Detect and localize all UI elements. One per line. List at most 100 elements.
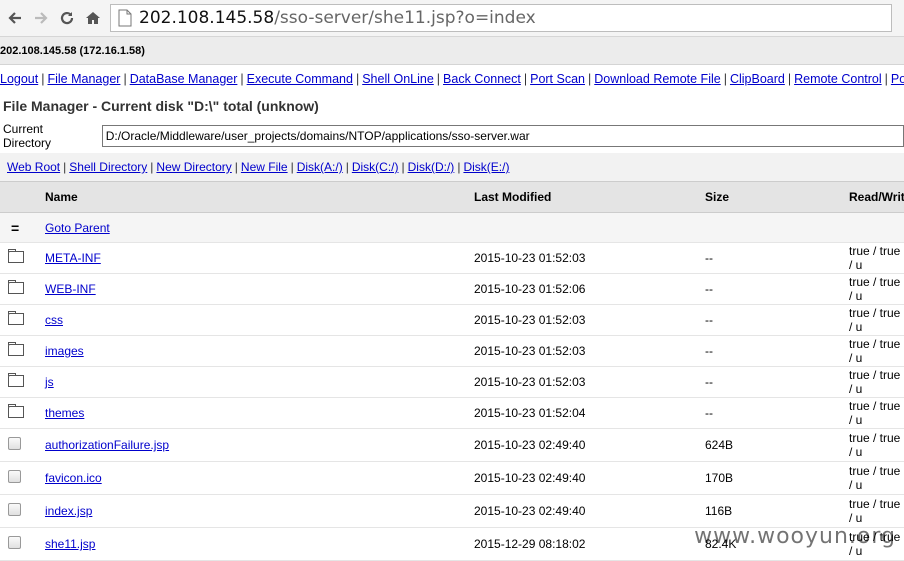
- link-web-root[interactable]: Web Root: [7, 160, 60, 174]
- row-name-cell: she11.jsp: [45, 527, 473, 561]
- menu-shell-online[interactable]: Shell OnLine: [362, 72, 434, 86]
- menu-port-scan[interactable]: Port Scan: [530, 72, 585, 86]
- table-row: images 2015-10-23 01:52:03 -- true / true /…: [0, 335, 904, 367]
- back-button[interactable]: [4, 7, 26, 29]
- parent-empty-cell: [473, 212, 704, 243]
- row-read-write: true / true / u: [848, 397, 904, 429]
- table-row: favicon.ico 2015-10-23 02:49:40 170B true /…: [0, 461, 904, 495]
- folder-link[interactable]: themes: [45, 406, 84, 420]
- menu-separator: |: [436, 72, 441, 86]
- menu-port-map[interactable]: Port Map: [891, 72, 904, 86]
- reload-button[interactable]: [56, 7, 78, 29]
- folder-link[interactable]: js: [45, 375, 54, 389]
- main-menu: Logout | File Manager | DataBase Manager | …: [0, 65, 904, 93]
- forward-button[interactable]: [30, 7, 52, 29]
- row-size: 624B: [704, 428, 848, 462]
- file-select-checkbox[interactable]: [8, 536, 21, 549]
- row-icon-cell: [0, 494, 45, 528]
- row-name-cell: authorizationFailure.jsp: [45, 428, 473, 462]
- file-link[interactable]: authorizationFailure.jsp: [45, 438, 169, 452]
- row-last-modified: 2015-10-23 01:52:03: [473, 242, 704, 274]
- current-directory-label: Current Directory: [3, 122, 52, 150]
- header-icon-cell: [0, 181, 45, 213]
- host-info: 202.108.145.58 (172.16.1.58): [0, 44, 145, 57]
- link-new-file[interactable]: New File: [241, 160, 288, 174]
- row-icon-cell: [0, 366, 45, 398]
- row-read-write: true / true / u: [848, 366, 904, 398]
- row-last-modified: 2015-10-23 02:49:40: [473, 428, 704, 462]
- url-host: 202.108.145.58: [139, 8, 275, 28]
- menu-clipboard[interactable]: ClipBoard: [730, 72, 785, 86]
- row-icon-cell: [0, 335, 45, 367]
- row-icon-cell: [0, 527, 45, 561]
- row-name-cell: css: [45, 304, 473, 336]
- link-disk-a[interactable]: Disk(A:/): [297, 160, 343, 174]
- row-read-write: true / true / u: [848, 304, 904, 336]
- row-last-modified: 2015-10-23 01:52:03: [473, 366, 704, 398]
- home-icon: [86, 12, 100, 24]
- link-disk-c[interactable]: Disk(C:/): [352, 160, 399, 174]
- file-select-checkbox[interactable]: [8, 503, 21, 516]
- row-last-modified: 2015-10-23 01:52:03: [473, 335, 704, 367]
- address-bar[interactable]: 202.108.145.58/sso-server/she11.jsp?o=in…: [110, 4, 892, 32]
- menu-download-remote-file[interactable]: Download Remote File: [594, 72, 720, 86]
- menu-database-manager[interactable]: DataBase Manager: [130, 72, 238, 86]
- goto-parent-link[interactable]: Goto Parent: [45, 221, 110, 235]
- browser-toolbar: 202.108.145.58/sso-server/she11.jsp?o=in…: [0, 0, 904, 37]
- file-link[interactable]: favicon.ico: [45, 471, 102, 485]
- header-read-write: Read/Write: [848, 181, 904, 213]
- menu-separator: |: [723, 72, 727, 86]
- current-directory-input[interactable]: [101, 125, 904, 147]
- link-new-directory[interactable]: New Directory: [156, 160, 231, 174]
- link-separator: |: [234, 160, 238, 174]
- row-read-write: true / true / u: [848, 494, 904, 528]
- menu-file-manager[interactable]: File Manager: [47, 72, 120, 86]
- link-separator: |: [457, 160, 461, 174]
- link-shell-directory[interactable]: Shell Directory: [69, 160, 147, 174]
- row-read-write: true / true / u: [848, 461, 904, 495]
- row-name-cell: favicon.ico: [45, 461, 473, 495]
- link-disk-e[interactable]: Disk(E:/): [463, 160, 509, 174]
- menu-execute-command[interactable]: Execute Command: [247, 72, 353, 86]
- menu-separator: |: [884, 72, 888, 86]
- goto-parent-row: = Goto Parent: [0, 212, 904, 243]
- file-table: Name Last Modified Size Read/Write = Got…: [0, 181, 904, 561]
- quick-links: Web Root | Shell Directory | New Directory…: [0, 153, 904, 181]
- row-size: 170B: [704, 461, 848, 495]
- menu-separator: |: [123, 72, 127, 86]
- folder-icon: [8, 248, 24, 263]
- row-read-write: true / true / u: [848, 242, 904, 274]
- row-last-modified: 2015-10-23 01:52:04: [473, 397, 704, 429]
- folder-link[interactable]: WEB-INF: [45, 282, 96, 296]
- row-size: --: [704, 335, 848, 367]
- menu-separator: |: [41, 72, 45, 86]
- folder-link[interactable]: images: [45, 344, 84, 358]
- parent-empty-cell: [704, 212, 848, 243]
- parent-icon-cell: =: [0, 212, 45, 243]
- row-size: --: [704, 273, 848, 305]
- link-separator: |: [63, 160, 67, 174]
- folder-icon: [8, 341, 24, 356]
- menu-remote-control[interactable]: Remote Control: [794, 72, 882, 86]
- menu-back-connect[interactable]: Back Connect: [443, 72, 521, 86]
- table-row: css 2015-10-23 01:52:03 -- true / true / u: [0, 304, 904, 336]
- table-row: authorizationFailure.jsp 2015-10-23 02:49…: [0, 428, 904, 462]
- home-button[interactable]: [82, 7, 104, 29]
- url-path: /sso-server/she11.jsp?o=index: [274, 8, 536, 28]
- file-select-checkbox[interactable]: [8, 437, 21, 450]
- menu-logout[interactable]: Logout: [0, 72, 38, 86]
- row-last-modified: 2015-10-23 02:49:40: [473, 494, 704, 528]
- row-last-modified: 2015-10-23 02:49:40: [473, 461, 704, 495]
- file-link[interactable]: she11.jsp: [45, 537, 95, 551]
- link-disk-d[interactable]: Disk(D:/): [408, 160, 455, 174]
- file-select-checkbox[interactable]: [8, 470, 21, 483]
- row-name-cell: META-INF: [45, 242, 473, 274]
- folder-link[interactable]: css: [45, 313, 63, 327]
- table-row: themes 2015-10-23 01:52:04 -- true / true /…: [0, 397, 904, 429]
- file-link[interactable]: index.jsp: [45, 504, 92, 518]
- watermark: www.wooyun.org: [694, 524, 896, 549]
- link-separator: |: [290, 160, 294, 174]
- folder-link[interactable]: META-INF: [45, 251, 101, 265]
- table-header-row: Name Last Modified Size Read/Write: [0, 181, 904, 213]
- menu-separator: |: [355, 72, 360, 86]
